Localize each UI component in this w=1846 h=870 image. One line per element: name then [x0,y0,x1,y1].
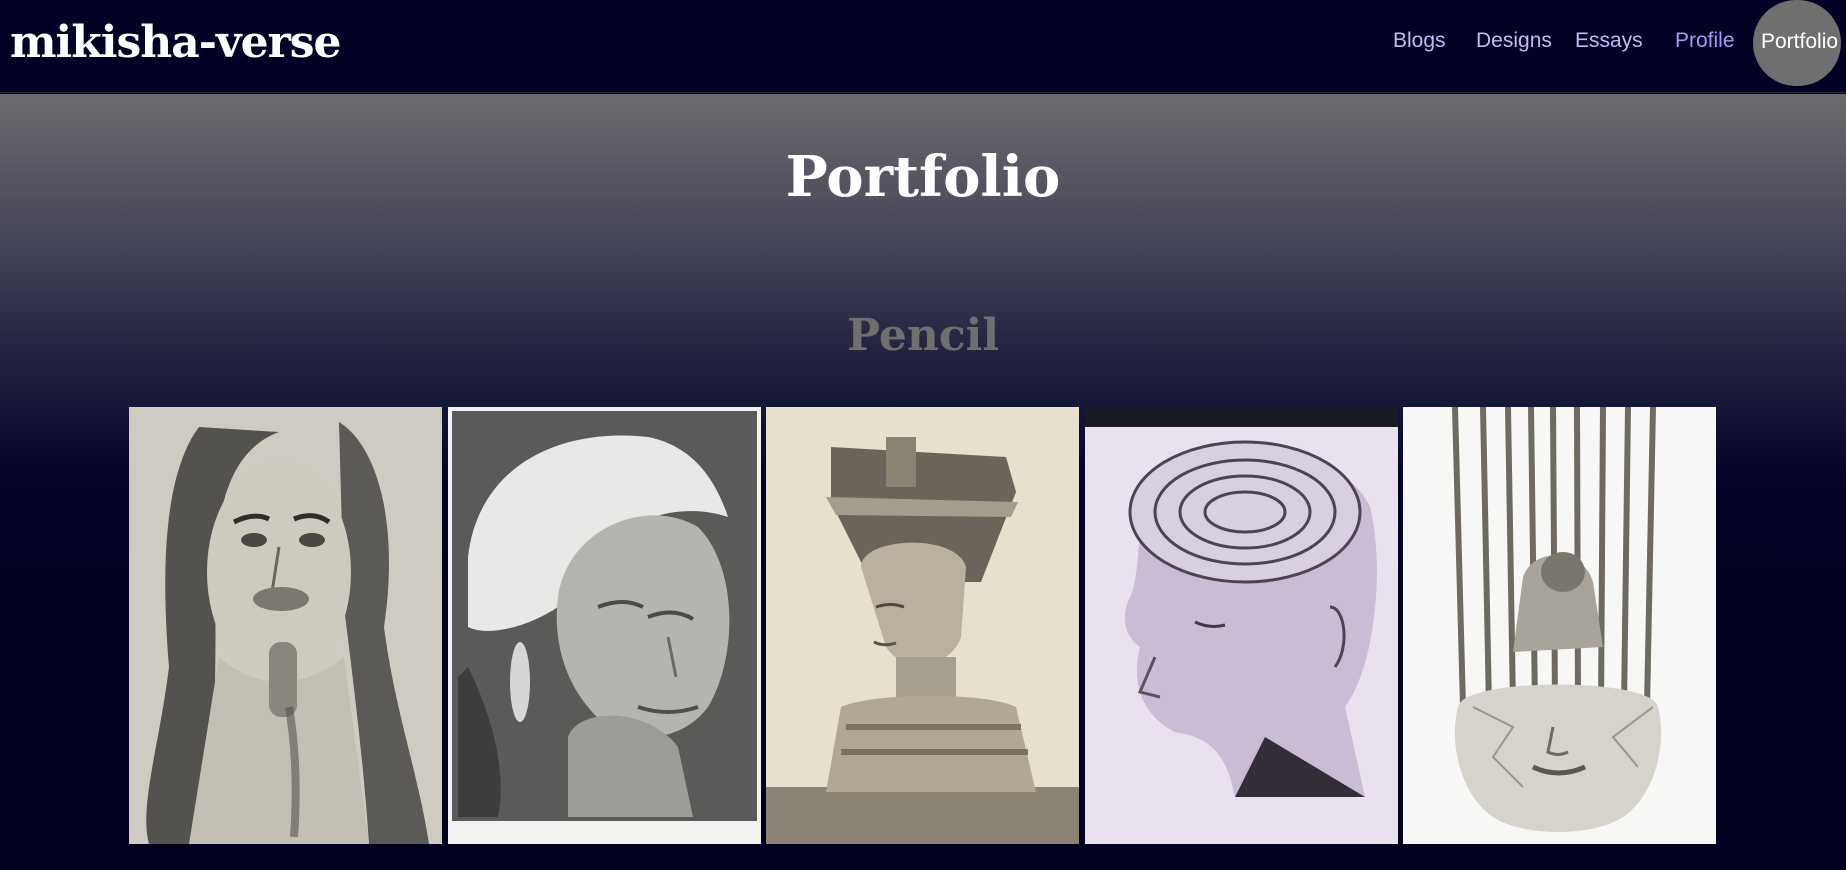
top-navigation-bar: mikisha-verse Blogs Designs Essays Profi… [0,0,1846,93]
artwork-1-image [129,407,442,844]
nav-link-essays[interactable]: Essays [1575,28,1643,54]
site-logo[interactable]: mikisha-verse [10,14,342,72]
artwork-4-image [1085,407,1398,844]
nav-link-blogs[interactable]: Blogs [1393,28,1446,54]
nav-link-profile[interactable]: Profile [1675,28,1735,54]
artwork-4-maze-head[interactable] [1085,407,1398,844]
section-title-pencil: Pencil [846,310,1000,361]
nav-link-portfolio[interactable]: Portfolio [1753,0,1841,86]
nav-link-designs[interactable]: Designs [1476,28,1552,54]
nav-link-portfolio-label: Portfolio [1761,30,1839,53]
artwork-5-image [1403,407,1716,844]
pencil-gallery [129,407,1716,844]
artwork-2-image [448,407,761,844]
artwork-3-image [766,407,1079,844]
artwork-3-nefertiti-bust[interactable] [766,407,1079,844]
artwork-1-woman-portrait[interactable] [129,407,442,844]
artwork-2-elderly-woman[interactable] [448,407,761,844]
artwork-5-caged-figure[interactable] [1403,407,1716,844]
page-title: Portfolio [785,144,1061,210]
